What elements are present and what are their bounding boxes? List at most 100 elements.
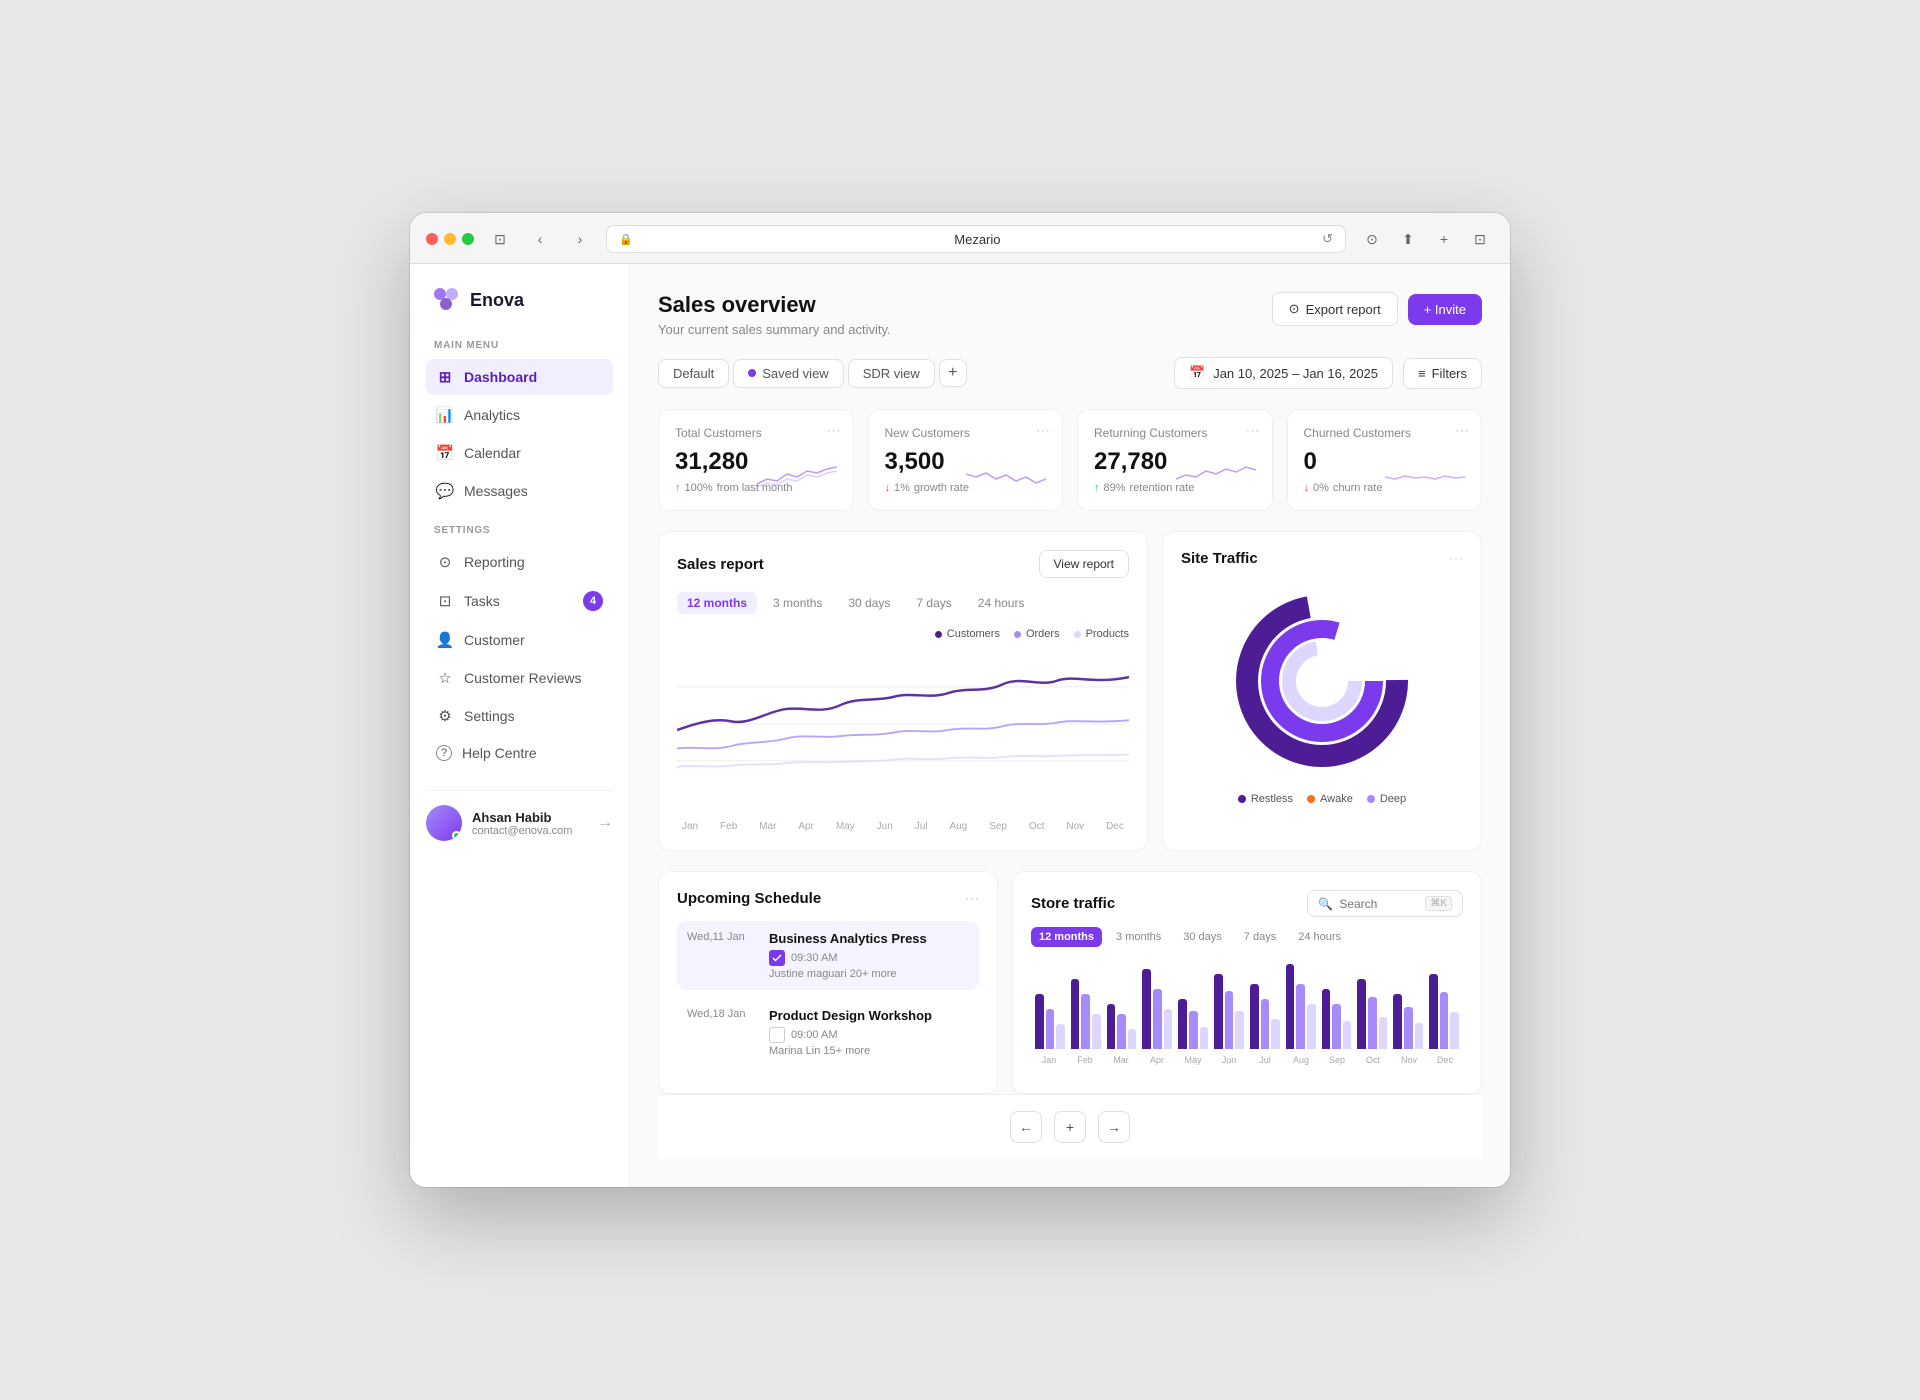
sidebar-item-label: Customer Reviews [464, 670, 581, 686]
trend-up-icon: ↑ [1094, 482, 1100, 494]
add-button[interactable]: + [1054, 1111, 1086, 1143]
browser-actions: ⊙ ⬆ + ⊡ [1358, 225, 1494, 253]
store-tab-7days[interactable]: 7 days [1236, 927, 1284, 947]
sidebar-item-analytics[interactable]: 📊 Analytics [426, 397, 613, 433]
chart-tab-7days[interactable]: 7 days [906, 592, 961, 614]
schedule-menu[interactable]: ⋯ [965, 890, 979, 907]
bar-dark-7 [1286, 964, 1295, 1049]
bar-light-4 [1200, 1027, 1209, 1049]
search-wrap[interactable]: 🔍 ⌘K [1307, 890, 1463, 917]
view-tab-saved[interactable]: Saved view [733, 359, 843, 388]
bar-light-1 [1092, 1014, 1101, 1049]
sparkline-total [757, 459, 837, 494]
legend-dot-orders [1014, 631, 1021, 638]
bar-mid-0 [1046, 1009, 1055, 1049]
close-button[interactable] [426, 233, 438, 245]
bar-light-11 [1450, 1012, 1459, 1049]
page-subtitle: Your current sales summary and activity. [658, 322, 891, 337]
sidebar-item-customer-reviews[interactable]: ☆ Customer Reviews [426, 660, 613, 696]
next-button[interactable]: → [1098, 1111, 1130, 1143]
saved-dot [748, 369, 756, 377]
bar-dark-6 [1250, 984, 1259, 1049]
upcoming-schedule-panel: Upcoming Schedule ⋯ Wed,11 Jan Business … [658, 871, 998, 1094]
sidebar-item-reporting[interactable]: ⊙ Reporting [426, 544, 613, 580]
bar-mid-3 [1153, 989, 1162, 1049]
prev-button[interactable]: ← [1010, 1111, 1042, 1143]
minimize-button[interactable] [444, 233, 456, 245]
browser-window: ⊡ ‹ › 🔒 Mezario ↺ ⊙ ⬆ + ⊡ [410, 213, 1510, 1187]
sidebar-item-tasks[interactable]: ⊡ Tasks 4 [426, 582, 613, 620]
chart-tab-3months[interactable]: 3 months [763, 592, 832, 614]
site-traffic-menu[interactable]: ⋯ [1449, 550, 1463, 567]
reviews-icon: ☆ [436, 669, 454, 687]
add-view-button[interactable]: + [939, 359, 967, 387]
bar-group-2 [1107, 1004, 1137, 1049]
bar-labels: Jan Feb Mar Apr May Jun Jul Aug Sep Oct … [1031, 1055, 1463, 1065]
bar-light-7 [1307, 1004, 1316, 1049]
maximize-button[interactable] [462, 233, 474, 245]
bar-label-aug: Aug [1283, 1055, 1319, 1065]
bar-mid-7 [1296, 984, 1305, 1049]
invite-button[interactable]: + Invite [1408, 294, 1482, 325]
sidebar-item-settings[interactable]: ⚙ Settings [426, 698, 613, 734]
card-menu-returning[interactable]: ⋯ [1246, 422, 1260, 439]
schedule-date-1: Wed,11 Jan [687, 931, 757, 980]
card-menu-new[interactable]: ⋯ [1036, 422, 1050, 439]
metric-label-total: Total Customers [675, 426, 837, 440]
view-tab-default[interactable]: Default [658, 359, 729, 388]
sidebar-item-customer[interactable]: 👤 Customer [426, 622, 613, 658]
x-label-aug: Aug [949, 821, 967, 832]
export-report-button[interactable]: ⊙ Export report [1272, 292, 1398, 326]
share-button[interactable]: ⬆ [1394, 225, 1422, 253]
chart-tab-12months[interactable]: 12 months [677, 592, 757, 614]
store-tab-24hours[interactable]: 24 hours [1290, 927, 1349, 947]
tabs-button[interactable]: ⊡ [1466, 225, 1494, 253]
schedule-item-2[interactable]: Wed,18 Jan Product Design Workshop 09:00… [677, 998, 979, 1067]
reload-icon[interactable]: ↺ [1322, 231, 1333, 247]
view-tab-sdr[interactable]: SDR view [848, 359, 935, 388]
back-button[interactable]: ‹ [526, 225, 554, 253]
trend-label: churn rate [1333, 482, 1383, 494]
bar-dark-9 [1357, 979, 1366, 1049]
date-range-button[interactable]: 📅 Jan 10, 2025 – Jan 16, 2025 [1174, 357, 1393, 389]
address-bar[interactable]: 🔒 Mezario ↺ [606, 225, 1346, 253]
sparkline-new [966, 459, 1046, 494]
chart-tab-24hours[interactable]: 24 hours [968, 592, 1035, 614]
online-indicator [452, 831, 461, 840]
logout-icon[interactable]: → [597, 814, 613, 832]
sparkline-churned [1385, 459, 1465, 494]
card-menu-churned[interactable]: ⋯ [1455, 422, 1469, 439]
schedule-checkbox-2[interactable] [769, 1027, 785, 1043]
sidebar-item-help[interactable]: ? Help Centre [426, 736, 613, 770]
search-input[interactable] [1339, 897, 1419, 911]
x-label-may: May [836, 821, 855, 832]
invite-label: + Invite [1424, 302, 1466, 317]
schedule-checkbox-1[interactable] [769, 950, 785, 966]
sidebar-item-messages[interactable]: 💬 Messages [426, 473, 613, 509]
bar-dark-8 [1322, 989, 1331, 1049]
view-report-button[interactable]: View report [1039, 550, 1129, 578]
store-tab-30days[interactable]: 30 days [1175, 927, 1230, 947]
card-menu-total[interactable]: ⋯ [827, 422, 841, 439]
store-tab-12months[interactable]: 12 months [1031, 927, 1102, 947]
metric-label-returning: Returning Customers [1094, 426, 1256, 440]
sidebar-item-calendar[interactable]: 📅 Calendar [426, 435, 613, 471]
trend-label: growth rate [914, 482, 969, 494]
bar-light-10 [1415, 1023, 1424, 1049]
store-tab-3months[interactable]: 3 months [1108, 927, 1169, 947]
filters-button[interactable]: ≡ Filters [1403, 358, 1482, 389]
schedule-item-1[interactable]: Wed,11 Jan Business Analytics Press 09:3… [677, 921, 979, 990]
sidebar-toggle-button[interactable]: ⊡ [486, 225, 514, 253]
tasks-icon: ⊡ [436, 592, 454, 610]
chart-tab-30days[interactable]: 30 days [838, 592, 900, 614]
bar-dark-5 [1214, 974, 1223, 1049]
history-button[interactable]: ⊙ [1358, 225, 1386, 253]
search-icon: 🔍 [1318, 897, 1333, 911]
schedule-header: Upcoming Schedule ⋯ [677, 890, 979, 907]
sidebar-item-dashboard[interactable]: ⊞ Dashboard [426, 359, 613, 395]
forward-button[interactable]: › [566, 225, 594, 253]
bar-label-jul: Jul [1247, 1055, 1283, 1065]
bar-label-dec: Dec [1427, 1055, 1463, 1065]
bar-light-0 [1056, 1024, 1065, 1049]
new-tab-button[interactable]: + [1430, 225, 1458, 253]
